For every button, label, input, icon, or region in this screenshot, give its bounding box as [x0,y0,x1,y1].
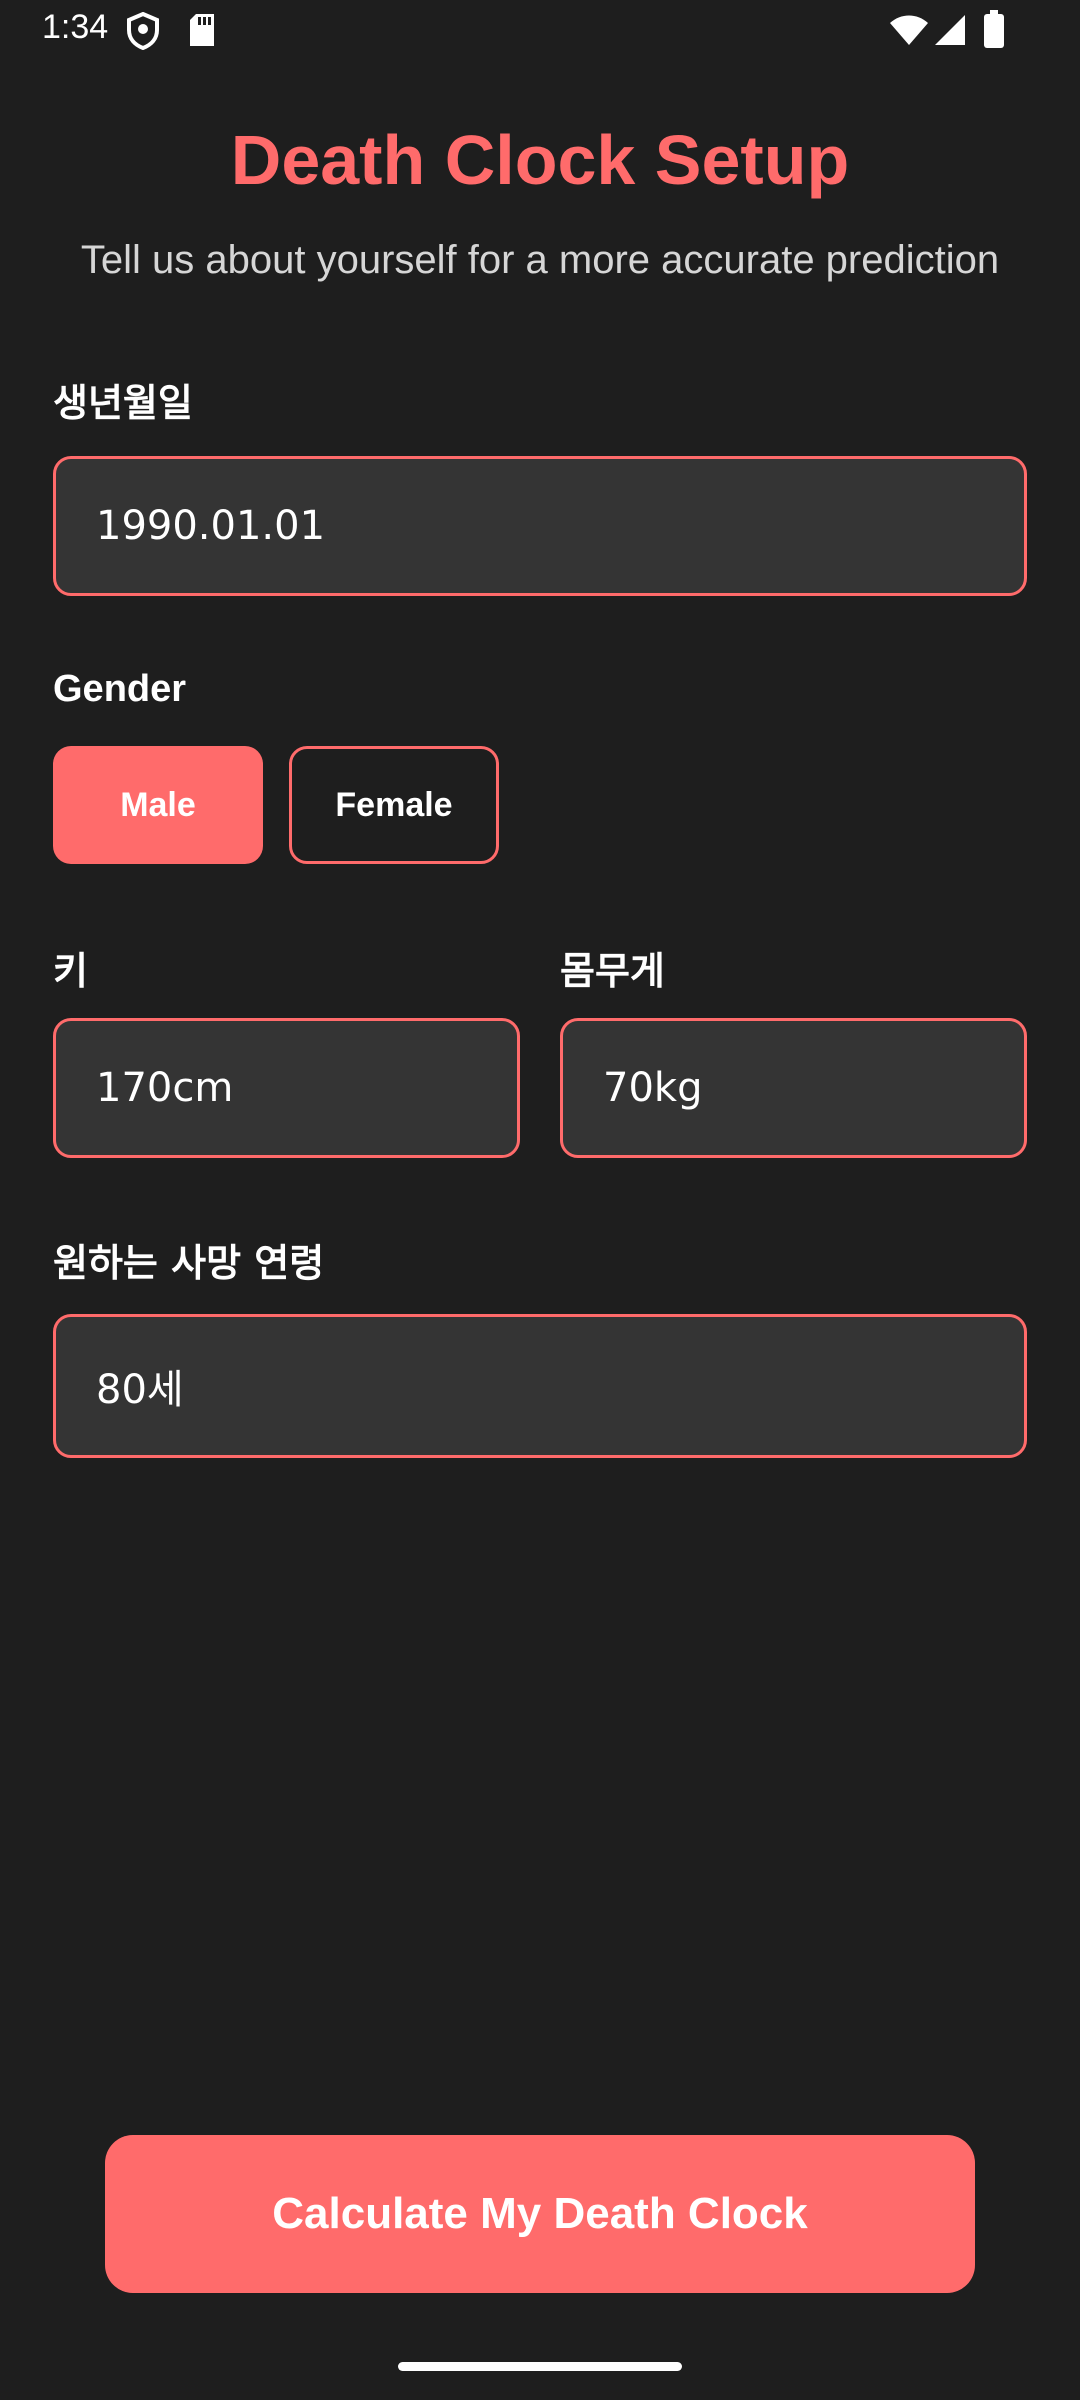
desired-age-label: 원하는 사망 연령 [53,1241,325,1285]
birthdate-label: 생년월일 [53,381,193,425]
battery-icon [984,10,1004,52]
calculate-button[interactable]: Calculate My Death Clock [105,2135,975,2293]
weight-field[interactable]: 70kg [560,1018,1027,1158]
height-label: 키 [53,949,88,993]
gender-female-button[interactable]: Female [289,746,499,864]
weight-label: 몸무게 [560,949,665,993]
wifi-icon [889,14,929,50]
sd-card-icon [188,12,216,52]
height-value: 170cm [96,1065,234,1111]
birthdate-field[interactable]: 1990.01.01 [53,456,1027,596]
shield-icon [126,11,160,54]
birthdate-value: 1990.01.01 [96,503,326,549]
height-field[interactable]: 170cm [53,1018,520,1158]
gender-male-button[interactable]: Male [53,746,263,864]
gender-label: Gender [53,668,187,710]
calculate-button-label: Calculate My Death Clock [272,2189,808,2238]
home-indicator[interactable] [398,2362,682,2371]
gender-male-label: Male [120,785,196,824]
weight-value: 70kg [603,1065,703,1111]
signal-icon [934,14,966,50]
gender-female-label: Female [335,785,453,824]
page-title: Death Clock Setup [230,121,850,199]
screen: 1:34 Death Clock Setup Tell us about you… [0,0,1080,2400]
desired-age-value: 80세 [96,1367,184,1413]
desired-age-field[interactable]: 80세 [53,1314,1027,1458]
status-bar: 1:34 [0,0,1080,64]
status-time: 1:34 [42,8,109,46]
page-subtitle: Tell us about yourself for a more accura… [80,238,1000,282]
